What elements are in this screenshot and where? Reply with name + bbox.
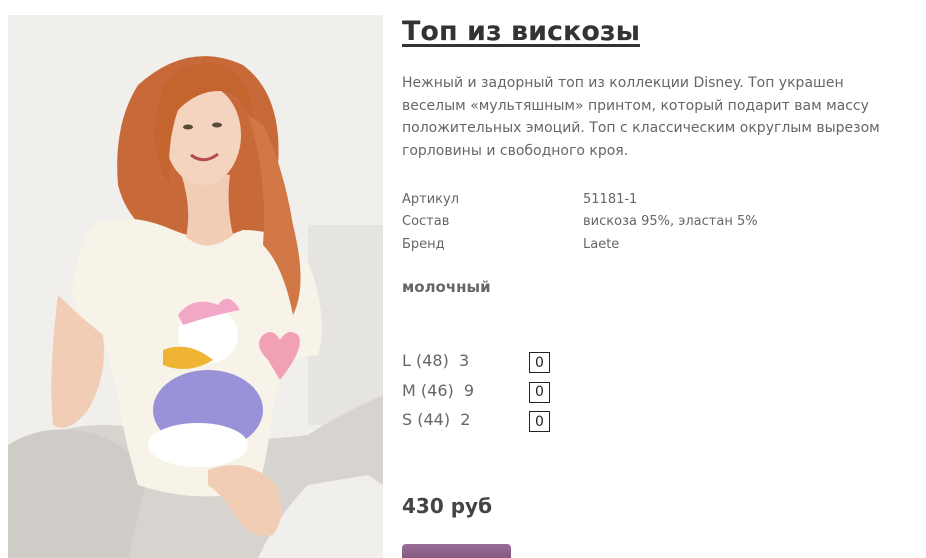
- size-label: S (44) 2: [402, 410, 471, 429]
- size-label: M (46) 9: [402, 380, 475, 400]
- spec-label: Бренд: [402, 236, 445, 252]
- spec-value: вискоза 95%, эластан 5%: [583, 214, 758, 230]
- product-color: молочный: [402, 278, 491, 296]
- model-illustration: [8, 15, 383, 558]
- buy-button[interactable]: [402, 544, 511, 558]
- size-quantity-input-m[interactable]: [529, 381, 550, 403]
- spec-label: Состав: [402, 214, 450, 230]
- product-specs: Артикул 51181-1 Состав вискоза 95%, элас…: [402, 188, 902, 256]
- product-description: Нежный и задорный топ из коллекции Disne…: [402, 75, 880, 159]
- spec-row-brand: Бренд Laete: [402, 233, 902, 256]
- spec-value: 51181-1: [583, 191, 638, 207]
- spec-value: Laete: [583, 236, 620, 252]
- spec-row-composition: Состав вискоза 95%, эластан 5%: [402, 211, 902, 234]
- product-price: 430 руб: [402, 494, 493, 518]
- product-photo[interactable]: [8, 15, 383, 558]
- product-page: Топ из вискозы Нежный и задорный топ из …: [0, 0, 926, 558]
- spec-label: Артикул: [402, 191, 460, 207]
- product-title: Топ из вискозы: [402, 16, 641, 47]
- size-quantity-input-l[interactable]: [529, 352, 550, 373]
- spec-row-article: Артикул 51181-1: [402, 188, 902, 211]
- size-label: L (48) 3: [402, 351, 470, 370]
- size-quantity-input-s[interactable]: [529, 411, 550, 432]
